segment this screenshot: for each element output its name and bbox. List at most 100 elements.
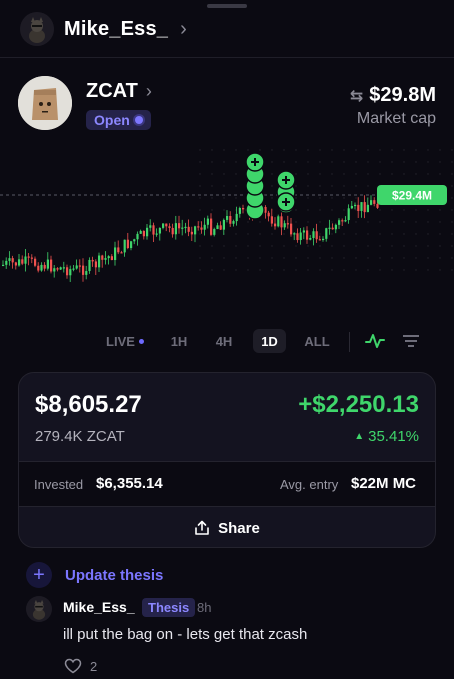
grid-dot bbox=[199, 245, 201, 247]
candle bbox=[184, 226, 187, 229]
candle bbox=[136, 233, 139, 240]
line-chart-icon[interactable] bbox=[362, 329, 388, 353]
grid-dot bbox=[199, 197, 201, 199]
candle bbox=[242, 207, 245, 210]
grid-dot bbox=[199, 161, 201, 163]
grid-dot bbox=[367, 269, 369, 271]
candle bbox=[165, 223, 168, 227]
position-pnl: +$2,250.13 bbox=[298, 391, 419, 418]
timeframe-1h[interactable]: 1H bbox=[163, 329, 195, 353]
timeframe-label: LIVE bbox=[106, 333, 135, 349]
candle bbox=[328, 227, 331, 229]
grid-dot bbox=[331, 173, 333, 175]
grid-dot bbox=[439, 221, 441, 223]
grid-dot bbox=[319, 173, 321, 175]
filter-lines-icon[interactable] bbox=[399, 329, 423, 353]
profile-user-name[interactable]: Mike_Ess_ bbox=[64, 18, 168, 41]
price-chart[interactable]: $29.4M bbox=[0, 140, 454, 320]
user-avatar[interactable] bbox=[20, 12, 54, 46]
candle bbox=[78, 265, 81, 267]
position-card: $8,605.27 +$2,250.13 279.4K ZCAT ▲ 35.41… bbox=[18, 372, 436, 548]
grid-dot bbox=[271, 161, 273, 163]
grid-dot bbox=[319, 185, 321, 187]
candle bbox=[174, 223, 177, 235]
candle bbox=[69, 269, 72, 276]
like-button[interactable]: 2 bbox=[64, 658, 97, 674]
candle bbox=[8, 258, 11, 261]
comment-user-name[interactable]: Mike_Ess_ bbox=[63, 599, 135, 615]
token-avatar[interactable] bbox=[18, 76, 72, 130]
candle bbox=[98, 255, 101, 268]
grid-dot bbox=[391, 149, 393, 151]
candle bbox=[190, 231, 193, 235]
grid-dot bbox=[295, 161, 297, 163]
pnl-percent: ▲ 35.41% bbox=[354, 428, 419, 445]
grid-dot bbox=[391, 233, 393, 235]
grid-dot bbox=[391, 173, 393, 175]
candle bbox=[82, 265, 85, 275]
grid-dot bbox=[211, 245, 213, 247]
grid-dot bbox=[427, 149, 429, 151]
grid-dot bbox=[247, 257, 249, 259]
grid-dot bbox=[403, 245, 405, 247]
candle bbox=[94, 261, 97, 268]
candle bbox=[120, 252, 123, 254]
grid-dot bbox=[403, 149, 405, 151]
grid-dot bbox=[415, 221, 417, 223]
candle bbox=[219, 225, 222, 230]
comment-avatar[interactable] bbox=[26, 596, 52, 622]
grid-dot bbox=[283, 233, 285, 235]
comment-time: 8h bbox=[197, 600, 212, 615]
timeframe-4h[interactable]: 4H bbox=[208, 329, 240, 353]
grid-dot bbox=[223, 161, 225, 163]
grid-dot bbox=[403, 221, 405, 223]
candle bbox=[130, 241, 133, 249]
candle bbox=[344, 220, 347, 222]
grid-dot bbox=[403, 269, 405, 271]
candle bbox=[293, 233, 296, 235]
candle bbox=[347, 208, 350, 221]
profile-header[interactable]: Mike_Ess_ › bbox=[0, 0, 454, 58]
grid-dot bbox=[331, 185, 333, 187]
grid-dot bbox=[259, 257, 261, 259]
grid-dot bbox=[235, 269, 237, 271]
candle bbox=[133, 239, 136, 242]
grid-dot bbox=[307, 197, 309, 199]
market-cap[interactable]: ⇆ $29.8M Market cap bbox=[350, 84, 436, 128]
candle bbox=[197, 226, 200, 228]
candle bbox=[21, 259, 24, 264]
grid-dot bbox=[235, 185, 237, 187]
grid-dot bbox=[199, 269, 201, 271]
candle bbox=[312, 231, 315, 239]
timeframe-live[interactable]: LIVE bbox=[100, 329, 150, 353]
grid-dot bbox=[367, 161, 369, 163]
grid-dot bbox=[391, 257, 393, 259]
grid-dot bbox=[403, 161, 405, 163]
candle bbox=[37, 265, 40, 271]
grid-dot bbox=[319, 233, 321, 235]
token-name[interactable]: ZCAT › bbox=[86, 80, 152, 103]
grid-dot bbox=[307, 149, 309, 151]
grid-dot bbox=[367, 221, 369, 223]
update-thesis-button[interactable]: + Update thesis bbox=[26, 561, 163, 589]
candle bbox=[56, 268, 59, 270]
grid-dot bbox=[283, 149, 285, 151]
swap-arrows-icon[interactable]: ⇆ bbox=[350, 86, 363, 106]
timeframe-divider bbox=[349, 332, 350, 352]
grid-dot bbox=[355, 173, 357, 175]
grid-dot bbox=[343, 197, 345, 199]
timeframe-all[interactable]: ALL bbox=[299, 329, 335, 353]
grid-dot bbox=[451, 209, 453, 211]
grid-dot bbox=[271, 197, 273, 199]
candle bbox=[283, 223, 286, 228]
grid-dot bbox=[343, 269, 345, 271]
share-button[interactable]: Share bbox=[19, 511, 435, 545]
header-divider bbox=[0, 57, 454, 58]
grid-dot bbox=[223, 245, 225, 247]
candle bbox=[341, 220, 344, 222]
grid-dot bbox=[259, 269, 261, 271]
grid-dot bbox=[235, 257, 237, 259]
grid-dot bbox=[427, 173, 429, 175]
timeframe-1d[interactable]: 1D bbox=[253, 329, 286, 353]
candle bbox=[11, 258, 14, 263]
